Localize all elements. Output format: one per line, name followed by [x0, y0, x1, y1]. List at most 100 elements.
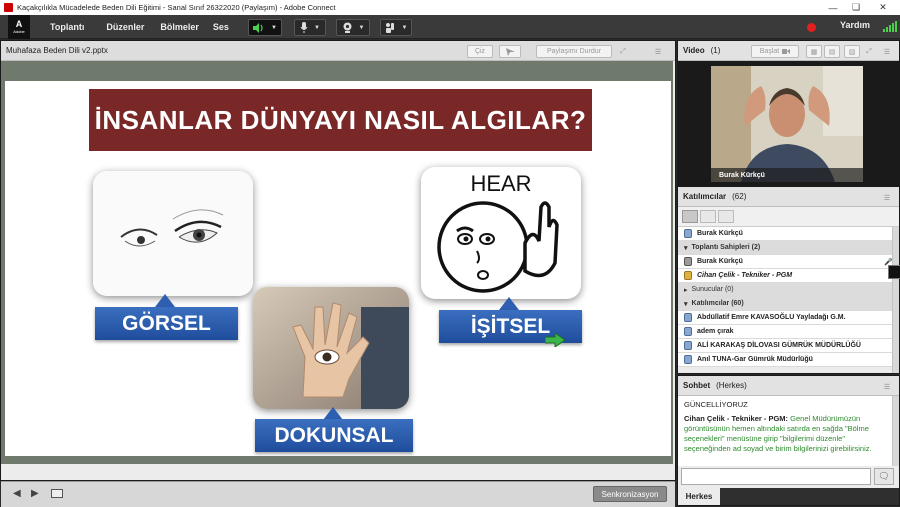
- chat-pod: Sohbet (Herkes) ☰ GÜNCELLİYORUZ Cihan Çe…: [677, 375, 900, 506]
- visual-arrow: [155, 294, 175, 307]
- chat-input[interactable]: [681, 468, 871, 485]
- menu-meeting[interactable]: Toplantı: [50, 22, 84, 32]
- eyes-drawing: [93, 171, 253, 296]
- host-row[interactable]: Burak Kürkçü 🎤: [678, 255, 899, 269]
- chat-scope: (Herkes): [716, 381, 747, 390]
- hear-image: HEAR: [421, 167, 581, 299]
- pointer-arrow-icon: [545, 333, 565, 347]
- visual-label: GÖRSEL: [95, 307, 238, 340]
- hosts-header: Toplantı Sahipleri (2): [691, 244, 761, 251]
- presenter-name: Burak Kürkçü: [711, 168, 863, 182]
- attendee-title: Katılımcılar: [683, 192, 727, 201]
- list-view-icon[interactable]: [682, 210, 698, 223]
- user-icon: [684, 229, 692, 238]
- pointer-icon: [505, 47, 515, 56]
- eyes-image: [93, 171, 253, 296]
- help-menu[interactable]: Yardım: [840, 20, 870, 30]
- send-message-button[interactable]: 🗨: [874, 468, 894, 485]
- share-pod: Muhafaza Beden Dili v2.pptx Çiz Paylaşım…: [0, 40, 676, 507]
- strip-view-icon[interactable]: ▤: [824, 45, 840, 58]
- pod-options-icon[interactable]: ☰: [880, 191, 894, 204]
- record-icon[interactable]: [807, 23, 816, 32]
- maximize-button[interactable]: ❏: [846, 0, 866, 15]
- microphone-icon: [300, 22, 308, 33]
- pod-options-icon[interactable]: ☰: [880, 45, 894, 58]
- slide-title: İNSANLAR DÜNYAYI NASIL ALGILAR?: [89, 89, 592, 151]
- breakout-icon[interactable]: [700, 210, 716, 223]
- window-title-bar: Kaçakçılıkla Mücadelede Beden Dili Eğiti…: [0, 0, 900, 15]
- attendee-row[interactable]: Abdüllatif Emre KAVASOĞLU Yayladağı G.M.: [678, 311, 899, 325]
- chat-tab-bar: Herkes: [678, 488, 899, 505]
- chat-message-text: GÜNCELLİYORUZ: [684, 400, 748, 409]
- video-pod: Video (1) Başlat ▦ ▤ ▧ ⤢ ☰ Burak Kürkçü: [677, 40, 900, 186]
- stop-sharing-button[interactable]: Paylaşımı Durdur: [536, 45, 612, 58]
- close-button[interactable]: ✕: [873, 0, 893, 15]
- filmstrip-view-icon[interactable]: ▧: [844, 45, 860, 58]
- next-slide-icon[interactable]: ▶: [31, 488, 39, 499]
- attendee-pod: Katılımcılar (62) ☰ Burak Kürkçü ▾ Toplan…: [677, 186, 900, 374]
- pointer-tool-button[interactable]: [499, 45, 521, 58]
- attendee-row[interactable]: Anıl TUNA-Gar Gümrük Müdürlüğü: [678, 353, 899, 367]
- host-name: Burak Kürkçü: [697, 258, 743, 265]
- collapse-icon: ▾: [684, 300, 688, 308]
- chat-sender: Cihan Çelik - Tekniker - PGM:: [684, 414, 789, 423]
- share-bottom-bar: ◀ ▶ Senkronizasyon: [1, 481, 675, 507]
- video-pod-header: Video (1) Başlat ▦ ▤ ▧ ⤢ ☰: [678, 41, 899, 61]
- attendee-name: adem çırak: [697, 328, 734, 335]
- pod-options-icon[interactable]: ☰: [880, 380, 894, 393]
- fullscreen-icon[interactable]: ⤢: [616, 45, 630, 58]
- attendees-header: Katılımcılar (60): [691, 300, 744, 307]
- host-row[interactable]: Cihan Çelik - Tekniker - PGM: [678, 269, 899, 283]
- hosts-section[interactable]: ▾ Toplantı Sahipleri (2): [678, 241, 899, 255]
- start-video-button[interactable]: Başlat: [751, 45, 799, 58]
- logo-subtitle: Adobe: [13, 29, 25, 34]
- pod-options-icon[interactable]: ☰: [651, 45, 665, 58]
- slide: İNSANLAR DÜNYAYI NASIL ALGILAR? GÖRSEL D…: [5, 81, 671, 456]
- video-title: Video: [683, 46, 705, 55]
- user-icon: [684, 327, 692, 336]
- draw-button[interactable]: Çiz: [467, 45, 493, 58]
- fullscreen-icon[interactable]: ⤢: [862, 45, 876, 58]
- presenters-section[interactable]: ▸ Sunucular (0): [678, 283, 899, 297]
- hear-drawing: [437, 201, 559, 293]
- sort-icon[interactable]: [718, 210, 734, 223]
- raise-hand-button[interactable]: ▼: [380, 19, 412, 36]
- speaker-toggle[interactable]: ▼: [248, 19, 282, 36]
- user-icon: [684, 355, 692, 364]
- menu-audio[interactable]: Ses: [213, 22, 229, 32]
- chevron-down-icon: ▼: [401, 24, 408, 31]
- attendee-row[interactable]: ALİ KARAKAŞ DİLOVASI GÜMRÜK MÜDÜRLÜĞÜ: [678, 339, 899, 353]
- hand-eye-drawing: [253, 287, 409, 409]
- attendee-name: Abdüllatif Emre KAVASOĞLU Yayladağı G.M.: [697, 314, 846, 321]
- video-area: Burak Kürkçü: [678, 61, 899, 185]
- my-status-row[interactable]: Burak Kürkçü: [678, 227, 899, 241]
- thumbnail-icon[interactable]: [51, 489, 63, 498]
- logo-letter: A: [15, 19, 23, 29]
- menu-pods[interactable]: Bölmeler: [160, 22, 199, 32]
- attendees-section[interactable]: ▾ Katılımcılar (60): [678, 297, 899, 311]
- chat-tab-everyone[interactable]: Herkes: [678, 488, 720, 505]
- presenter-video: [711, 66, 863, 182]
- webcam-toggle[interactable]: ▼: [336, 19, 370, 36]
- minimize-button[interactable]: —: [823, 0, 843, 15]
- attendee-pod-header: Katılımcılar (62) ☰: [678, 187, 899, 207]
- user-icon: [684, 341, 692, 350]
- prev-slide-icon[interactable]: ◀: [13, 488, 21, 499]
- connection-strength-icon: [883, 21, 897, 32]
- microphone-toggle[interactable]: ▼: [294, 19, 326, 36]
- sync-button[interactable]: Senkronizasyon: [593, 486, 667, 502]
- status-icon[interactable]: [888, 265, 900, 279]
- grid-view-icon[interactable]: ▦: [806, 45, 822, 58]
- adobe-connect-icon: [4, 3, 13, 12]
- hand-eye-image: [253, 287, 409, 409]
- video-count: (1): [710, 46, 721, 55]
- kinesthetic-label: DOKUNSAL: [255, 419, 413, 452]
- chat-scrollbar[interactable]: [892, 396, 899, 466]
- chat-bubble-icon: 🗨: [878, 471, 890, 481]
- window-title: Kaçakçılıkla Mücadelede Beden Dili Eğiti…: [17, 3, 336, 12]
- speaker-icon: [253, 22, 263, 33]
- menu-layouts[interactable]: Düzenler: [106, 22, 144, 32]
- attendee-row[interactable]: adem çırak: [678, 325, 899, 339]
- attendee-scrollbar[interactable]: [892, 227, 899, 373]
- user-icon: [684, 313, 692, 322]
